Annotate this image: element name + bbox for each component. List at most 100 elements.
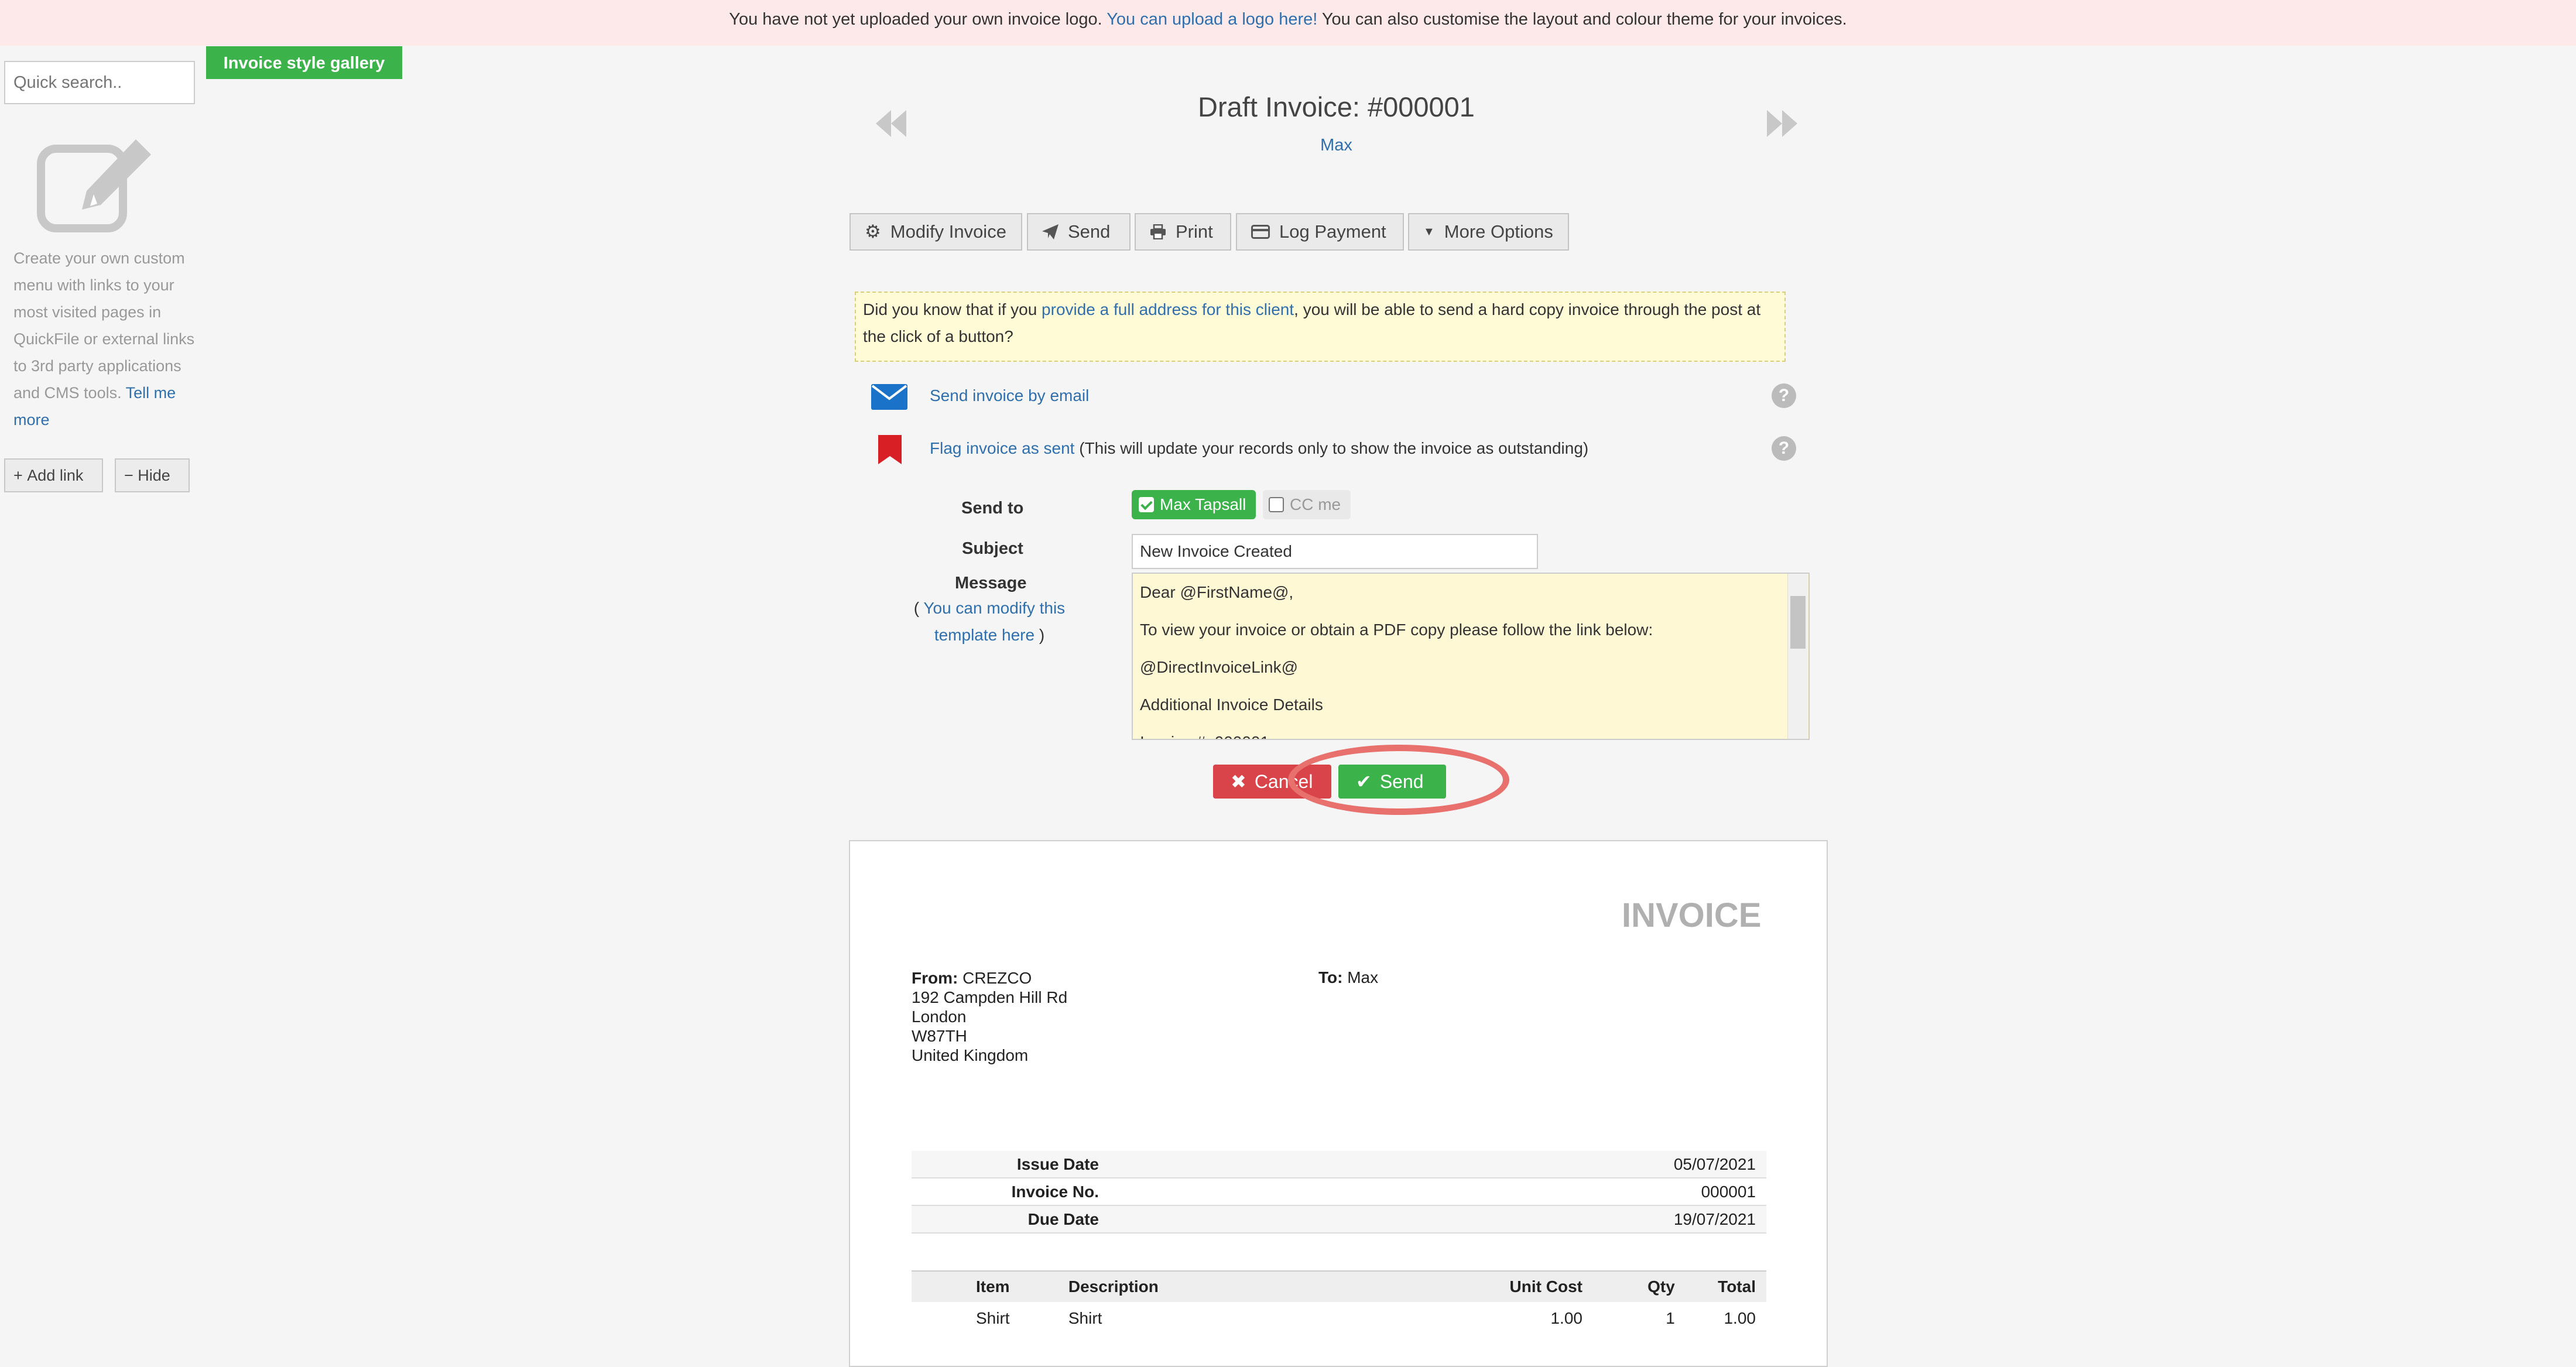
from-address-line: United Kingdom bbox=[912, 1046, 1029, 1064]
from-address-line: W87TH bbox=[912, 1027, 967, 1045]
meta-label: Invoice No. bbox=[1011, 1182, 1099, 1201]
send-email-button[interactable]: ✔ Send bbox=[1338, 765, 1446, 799]
send-by-email-link[interactable]: Send invoice by email bbox=[930, 386, 1089, 405]
invoice-to-block: To: Max bbox=[1318, 968, 1378, 987]
flag-as-sent-link[interactable]: Flag invoice as sent bbox=[930, 439, 1074, 457]
cell-item: Shirt bbox=[976, 1309, 1010, 1327]
help-icon[interactable]: ? bbox=[1772, 436, 1796, 461]
minus-icon: − bbox=[124, 467, 133, 484]
to-name: Max bbox=[1347, 968, 1379, 986]
message-line: Additional Invoice Details bbox=[1140, 696, 1323, 714]
next-invoice-icon[interactable] bbox=[1766, 110, 1799, 137]
modify-invoice-label: Modify Invoice bbox=[890, 221, 1006, 242]
add-link-button[interactable]: + Add link bbox=[4, 458, 103, 492]
paren-open: ( bbox=[913, 599, 924, 617]
message-textarea[interactable]: Dear @FirstName@, To view your invoice o… bbox=[1132, 573, 1810, 740]
custom-menu-promo: Create your own custom menu with links t… bbox=[13, 245, 201, 433]
send-toolbar-button[interactable]: Send bbox=[1027, 213, 1131, 251]
more-options-button[interactable]: ▼ More Options bbox=[1408, 213, 1569, 251]
cancel-label: Cancel bbox=[1254, 771, 1313, 792]
col-qty: Qty bbox=[1647, 1277, 1675, 1296]
invoice-style-gallery-button[interactable]: Invoice style gallery bbox=[206, 46, 402, 79]
message-line: Invoice #: 000001 bbox=[1140, 724, 1785, 739]
envelope-icon bbox=[871, 384, 907, 410]
from-label: From: bbox=[912, 969, 958, 987]
col-unit-cost: Unit Cost bbox=[1509, 1277, 1582, 1296]
banner-text-after: You can also customise the layout and co… bbox=[1317, 10, 1847, 29]
provide-address-link[interactable]: provide a full address for this client bbox=[1042, 300, 1294, 318]
unchecked-checkbox-icon bbox=[1269, 497, 1284, 512]
flag-note: (This will update your records only to s… bbox=[1074, 439, 1589, 457]
bookmark-flag-icon bbox=[878, 435, 902, 464]
credit-card-icon bbox=[1251, 225, 1270, 239]
printer-icon bbox=[1150, 224, 1166, 239]
modify-template-note: ( You can modify this template here ) bbox=[913, 595, 1066, 649]
page-title: Draft Invoice: #000001 bbox=[1198, 91, 1475, 122]
cc-me-checkbox[interactable]: CC me bbox=[1263, 490, 1351, 519]
add-link-label: Add link bbox=[27, 467, 84, 484]
message-scrollbar-thumb[interactable] bbox=[1790, 596, 1806, 649]
message-line: To view your invoice or obtain a PDF cop… bbox=[1140, 621, 1653, 639]
close-icon: ✖ bbox=[1231, 771, 1246, 792]
subject-input[interactable] bbox=[1132, 534, 1538, 569]
meta-value: 05/07/2021 bbox=[1673, 1154, 1756, 1173]
invoice-from-block: From: CREZCO 192 Campden Hill Rd London … bbox=[912, 968, 1067, 1065]
cell-qty: 1 bbox=[1666, 1309, 1675, 1327]
modify-invoice-button[interactable]: ⚙ Modify Invoice bbox=[849, 213, 1022, 251]
cc-me-label: CC me bbox=[1290, 495, 1341, 513]
meta-label: Issue Date bbox=[1016, 1154, 1099, 1173]
print-label: Print bbox=[1176, 221, 1213, 242]
items-header-row: Item Description Unit Cost Qty Total bbox=[912, 1270, 1766, 1302]
to-label: To: bbox=[1318, 968, 1343, 986]
client-link[interactable]: Max bbox=[1288, 136, 1385, 155]
hide-menu-button[interactable]: − Hide bbox=[115, 458, 190, 492]
invoice-items-table: Item Description Unit Cost Qty Total Shi… bbox=[912, 1270, 1766, 1335]
gear-icon: ⚙ bbox=[865, 221, 881, 242]
send-email-label: Send bbox=[1379, 771, 1424, 792]
meta-row-invoice-no: Invoice No. 000001 bbox=[912, 1178, 1766, 1206]
paper-plane-icon bbox=[1042, 224, 1059, 239]
recipient-checkbox-max-tapsall[interactable]: Max Tapsall bbox=[1132, 490, 1256, 519]
log-payment-button[interactable]: Log Payment bbox=[1236, 213, 1404, 251]
print-button[interactable]: Print bbox=[1135, 213, 1231, 251]
quick-search-input[interactable] bbox=[4, 61, 195, 104]
edit-menu-icon bbox=[37, 139, 151, 232]
meta-row-issue-date: Issue Date 05/07/2021 bbox=[912, 1151, 1766, 1178]
cell-total: 1.00 bbox=[1724, 1309, 1756, 1327]
from-address-line: 192 Campden Hill Rd bbox=[912, 988, 1068, 1006]
previous-invoice-icon[interactable] bbox=[875, 110, 907, 137]
subject-label: Subject bbox=[962, 539, 1023, 558]
caret-down-icon: ▼ bbox=[1423, 225, 1435, 238]
message-line: @DirectInvoiceLink@ bbox=[1140, 658, 1299, 676]
upload-logo-link[interactable]: You can upload a logo here! bbox=[1107, 10, 1317, 29]
checked-checkbox-icon bbox=[1139, 497, 1154, 512]
col-item: Item bbox=[976, 1277, 1010, 1296]
recipient-name: Max Tapsall bbox=[1160, 495, 1246, 513]
log-payment-label: Log Payment bbox=[1279, 221, 1386, 242]
invoice-heading: INVOICE bbox=[1622, 896, 1762, 934]
message-label: Message bbox=[955, 574, 1027, 592]
promo-text: Create your own custom menu with links t… bbox=[13, 249, 195, 402]
cell-unit-cost: 1.00 bbox=[1550, 1309, 1582, 1327]
invoice-meta-table: Issue Date 05/07/2021 Invoice No. 000001… bbox=[912, 1151, 1766, 1234]
logo-upload-banner: You have not yet uploaded your own invoi… bbox=[0, 0, 2576, 46]
checkmark-icon: ✔ bbox=[1356, 771, 1372, 792]
meta-label: Due Date bbox=[1027, 1210, 1099, 1228]
flag-as-sent-option: Flag invoice as sent (This will update y… bbox=[930, 439, 1588, 458]
meta-value: 000001 bbox=[1701, 1182, 1756, 1201]
col-description: Description bbox=[1068, 1277, 1159, 1296]
paren-close: ) bbox=[1034, 626, 1045, 644]
from-address-line: London bbox=[912, 1008, 967, 1026]
plus-icon: + bbox=[13, 467, 23, 484]
send-toolbar-label: Send bbox=[1068, 221, 1111, 242]
meta-row-due-date: Due Date 19/07/2021 bbox=[912, 1206, 1766, 1234]
col-total: Total bbox=[1718, 1277, 1756, 1296]
hide-label: Hide bbox=[138, 467, 170, 484]
message-line: Dear @FirstName@, bbox=[1140, 583, 1294, 601]
cancel-button[interactable]: ✖ Cancel bbox=[1213, 765, 1331, 799]
help-icon[interactable]: ? bbox=[1772, 383, 1796, 408]
banner-text-before: You have not yet uploaded your own invoi… bbox=[729, 10, 1107, 29]
meta-value: 19/07/2021 bbox=[1673, 1210, 1756, 1228]
address-tip-box: Did you know that if you provide a full … bbox=[855, 292, 1786, 362]
from-name: CREZCO bbox=[962, 969, 1032, 987]
